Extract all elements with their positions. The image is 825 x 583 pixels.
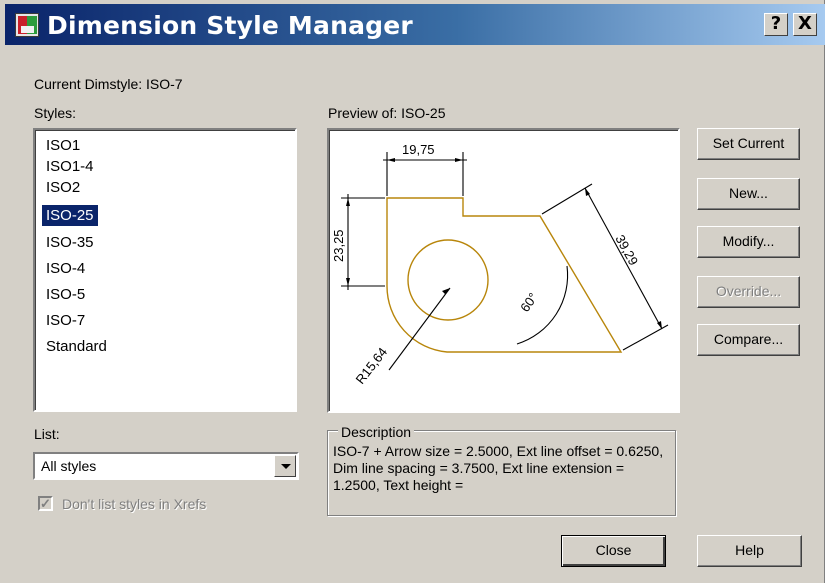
dim-text-radius: R15,64 [353, 345, 391, 387]
dimension-lines [341, 152, 669, 371]
style-item-iso-4[interactable]: ISO-4 [42, 258, 89, 279]
list-filter-value: All styles [41, 458, 97, 474]
new-button[interactable]: New... [697, 178, 800, 210]
preview-label: Preview of: ISO-25 [328, 105, 446, 121]
style-item-iso-7[interactable]: ISO-7 [42, 310, 89, 331]
close-button[interactable]: Close [561, 535, 666, 567]
xrefs-checkbox[interactable]: ✓ [38, 496, 53, 511]
dimension-style-manager-dialog: Dimension Style Manager ? X Current Dims… [0, 0, 825, 583]
autocad-app-icon [15, 13, 39, 37]
styles-label: Styles: [34, 105, 77, 121]
style-item-iso-25[interactable]: ISO-25 [42, 205, 98, 226]
dimension-arrowheads [346, 158, 662, 329]
description-legend: Description [338, 424, 415, 440]
preview-pane: 19,75 23,25 39,29 60° R15,64 [327, 128, 680, 413]
style-item-iso-5[interactable]: ISO-5 [42, 284, 89, 305]
current-dimstyle-label: Current Dimstyle: ISO-7 [34, 76, 183, 92]
dim-text-angle: 60° [517, 290, 541, 315]
set-current-button[interactable]: Set Current [697, 128, 800, 160]
description-text: ISO-7 + Arrow size = 2.5000, Ext line of… [333, 443, 664, 493]
dim-text-left: 23,25 [331, 229, 346, 262]
styles-listbox[interactable]: ISO1 ISO1-4 ISO2 ISO-25 ISO-35 ISO-4 ISO… [33, 128, 297, 412]
dim-text-slanted: 39,29 [612, 232, 641, 268]
style-item-iso1-4[interactable]: ISO1-4 [42, 156, 98, 177]
help-icon[interactable]: ? [764, 13, 788, 36]
list-filter-dropdown[interactable]: All styles [33, 452, 299, 480]
list-label: List: [34, 426, 60, 442]
close-icon[interactable]: X [793, 13, 817, 36]
dim-text-top: 19,75 [402, 142, 435, 157]
window-title: Dimension Style Manager [47, 11, 413, 40]
help-button[interactable]: Help [697, 535, 802, 567]
style-item-standard[interactable]: Standard [42, 336, 111, 357]
style-item-iso-35[interactable]: ISO-35 [42, 232, 98, 253]
chevron-down-icon[interactable] [274, 455, 296, 477]
xrefs-checkbox-label: Don't list styles in Xrefs [62, 496, 207, 512]
compare-button[interactable]: Compare... [697, 324, 800, 356]
part-outline [386, 197, 623, 353]
dimension-preview-drawing: 19,75 23,25 39,29 60° R15,64 [331, 142, 669, 387]
title-bar[interactable]: Dimension Style Manager ? X [5, 4, 825, 45]
style-item-iso2[interactable]: ISO2 [42, 177, 84, 198]
modify-button[interactable]: Modify... [697, 226, 800, 258]
override-button[interactable]: Override... [697, 276, 800, 308]
style-item-iso1[interactable]: ISO1 [42, 135, 84, 156]
